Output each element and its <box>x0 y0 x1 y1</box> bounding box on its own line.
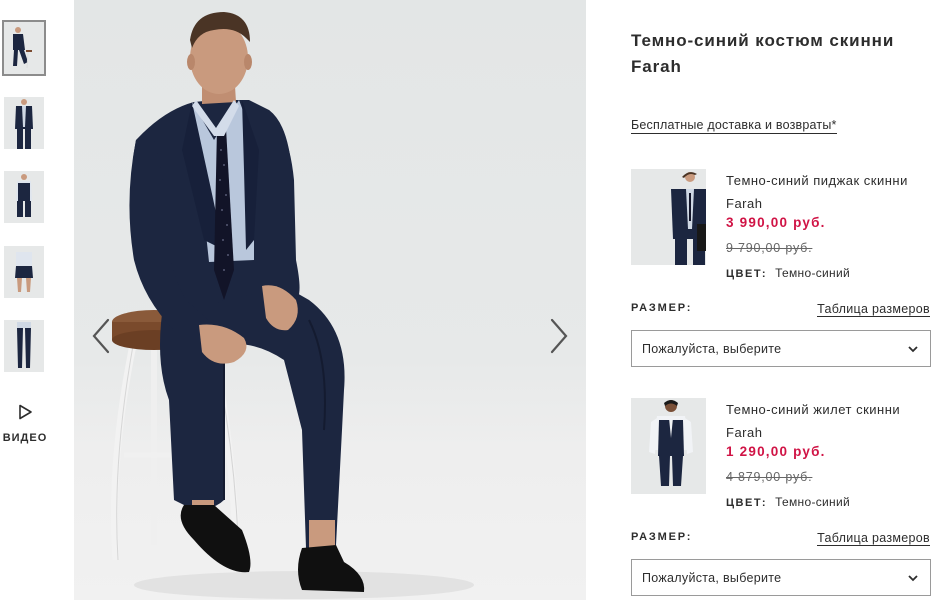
size-row: РАЗМЕР: Таблица размеров <box>631 531 931 551</box>
thumbnail-3[interactable] <box>4 171 44 223</box>
size-row: РАЗМЕР: Таблица размеров <box>631 302 931 322</box>
color-label: ЦВЕТ: <box>726 497 768 509</box>
size-select-waistcoat[interactable]: Пожалуйста, выберите <box>631 559 931 596</box>
chevron-left-icon[interactable] <box>86 316 116 356</box>
video-label: ВИДЕО <box>2 432 48 444</box>
item-color: ЦВЕТ: Темно-синий <box>726 266 850 280</box>
item-price: 3 990,00 руб. <box>726 215 826 230</box>
size-guide-link[interactable]: Таблица размеров <box>817 531 930 546</box>
thumbnail-image <box>4 246 44 298</box>
jacket-image[interactable] <box>631 169 706 265</box>
product-title: Темно-синий костюм скинни Farah <box>631 31 895 76</box>
item-price: 1 290,00 руб. <box>726 444 826 459</box>
thumbnail-list: ВИДЕО <box>0 0 60 600</box>
size-select-value: Пожалуйста, выберите <box>642 571 782 585</box>
color-value: Темно-синий <box>775 495 850 509</box>
item-name[interactable]: Темно-синий жилет скинни Farah <box>726 398 931 444</box>
thumbnail-image <box>4 171 44 223</box>
thumbnail-4[interactable] <box>4 246 44 298</box>
item-old-price: 4 879,00 руб. <box>726 470 813 484</box>
size-label: РАЗМЕР: <box>631 302 693 314</box>
chevron-right-icon[interactable] <box>544 316 574 356</box>
size-label: РАЗМЕР: <box>631 531 693 543</box>
model-photo <box>110 12 474 599</box>
color-value: Темно-синий <box>775 266 850 280</box>
product-item-jacket: Темно-синий пиджак скинни Farah 3 990,00… <box>631 169 931 280</box>
product-item-waistcoat: Темно-синий жилет скинни Farah 1 290,00 … <box>631 398 931 509</box>
product-panel: Темно-синий костюм скинни Farah Бесплатн… <box>631 0 931 600</box>
thumbnail-1[interactable] <box>2 20 46 76</box>
thumbnail-image <box>4 97 44 149</box>
thumbnail-image <box>4 320 44 372</box>
size-guide-link[interactable]: Таблица размеров <box>817 302 930 317</box>
free-delivery-link[interactable]: Бесплатные доставка и возвраты* <box>631 118 837 134</box>
waistcoat-photo <box>631 398 706 494</box>
size-select-jacket[interactable]: Пожалуйста, выберите <box>631 330 931 367</box>
main-product-image[interactable] <box>74 0 586 600</box>
thumbnail-5[interactable] <box>4 320 44 372</box>
play-icon <box>19 404 32 420</box>
thumbnail-2[interactable] <box>4 97 44 149</box>
item-name[interactable]: Темно-синий пиджак скинни Farah <box>726 169 931 215</box>
waistcoat-image[interactable] <box>631 398 706 494</box>
item-color: ЦВЕТ: Темно-синий <box>726 495 850 509</box>
color-label: ЦВЕТ: <box>726 268 768 280</box>
size-select-value: Пожалуйста, выберите <box>642 342 782 356</box>
jacket-photo <box>631 169 706 265</box>
video-button[interactable]: ВИДЕО <box>0 400 50 454</box>
chevron-down-icon <box>908 346 918 353</box>
item-old-price: 9 790,00 руб. <box>726 241 813 255</box>
thumbnail-image <box>4 22 44 74</box>
chevron-down-icon <box>908 575 918 582</box>
